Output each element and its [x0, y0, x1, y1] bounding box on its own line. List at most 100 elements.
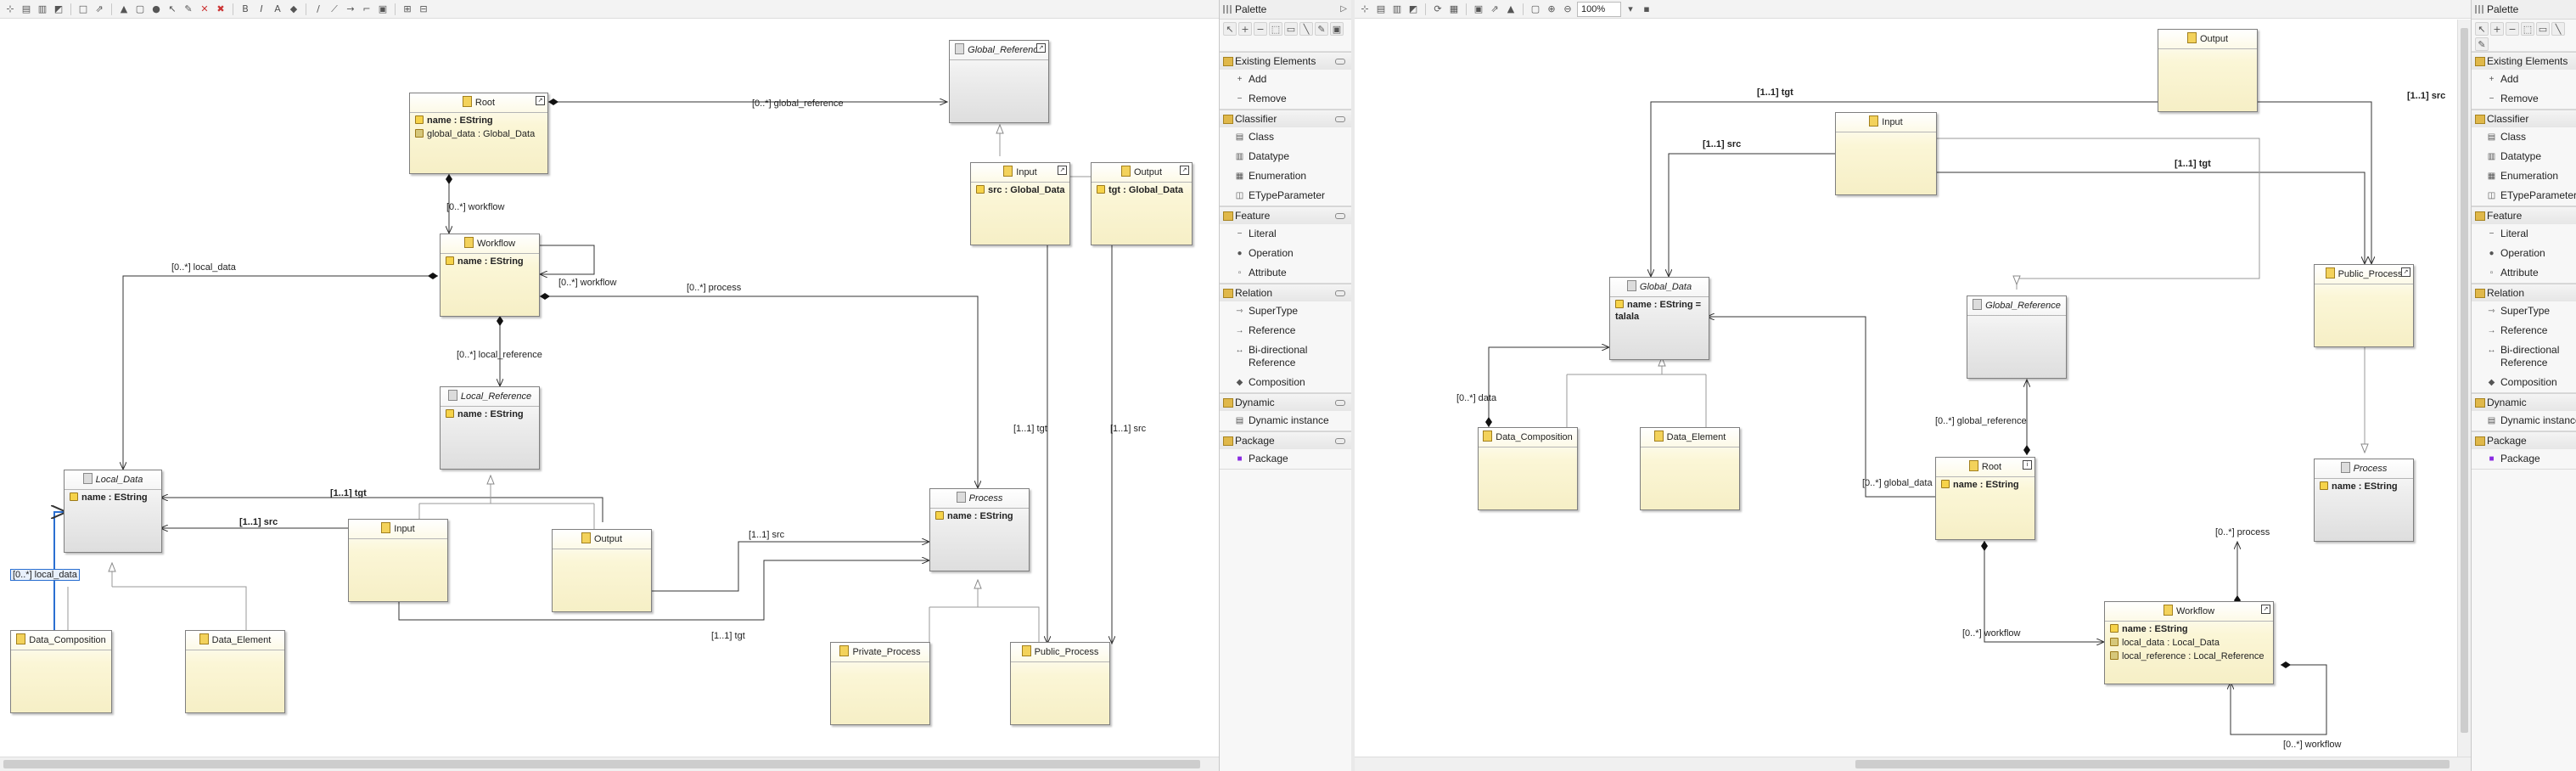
attribute-row[interactable]: src : Global_Data — [971, 183, 1069, 196]
drawer-header[interactable]: Dynamic — [1220, 393, 1352, 411]
left-horizontal-scrollbar[interactable] — [0, 757, 1219, 771]
attribute-row[interactable]: name : EString — [65, 490, 161, 504]
palette-drawer-feature[interactable]: Feature − Literal ● Operation ▫ Attribute — [2472, 206, 2576, 284]
drawer-header[interactable]: Package — [1220, 431, 1352, 449]
delete-icon[interactable]: ✕ — [198, 3, 211, 16]
class-input[interactable]: Input — [1835, 112, 1937, 195]
line-color-icon[interactable]: ⟋ — [328, 3, 341, 16]
palette-item-etypeparameter[interactable]: ◫ ETypeParameter — [2472, 186, 2576, 205]
route-icon[interactable]: ⌐ — [360, 3, 373, 16]
right-horizontal-scrollbar[interactable] — [1355, 757, 2471, 771]
class-input[interactable]: Input — [348, 519, 448, 602]
dropdown-arrow-icon[interactable]: ▾ — [1624, 3, 1637, 16]
link-icon[interactable]: ⇗ — [93, 3, 106, 16]
class-global-reference[interactable]: Global_Reference ↗ — [949, 40, 1049, 123]
font-color-icon[interactable]: A — [271, 3, 284, 16]
palette-item-reference[interactable]: → Reference — [1220, 321, 1352, 340]
drawer-header[interactable]: Feature — [1220, 206, 1352, 224]
zoom-out-icon[interactable]: − — [2506, 22, 2519, 36]
expand-icon[interactable]: ↗ — [2401, 267, 2410, 277]
edge-label-workflow-self[interactable]: [0..*] workflow — [2283, 740, 2341, 750]
expand-icon[interactable]: ↗ — [1036, 43, 1046, 53]
drawer-pin-icon[interactable] — [1335, 59, 1345, 65]
note-icon[interactable]: ▭ — [1284, 22, 1298, 36]
right-vertical-scrollbar[interactable] — [2457, 20, 2471, 757]
italic-icon[interactable]: I — [255, 3, 268, 16]
class-global-data[interactable]: Global_Data name : EString = talala — [1609, 277, 1709, 360]
expand-icon[interactable]: ↗ — [1180, 166, 1189, 175]
collapse-arrow-icon[interactable]: ▷ — [1340, 0, 1347, 19]
class-local-data[interactable]: Local_Data name : EString — [64, 470, 162, 553]
layout-icon[interactable]: ▤ — [1374, 3, 1388, 16]
class-output-top[interactable]: Output ↗ tgt : Global_Data — [1091, 162, 1193, 245]
representation-icon[interactable]: ▣ — [1330, 22, 1344, 36]
drawer-header[interactable]: Classifier — [1220, 110, 1352, 127]
left-diagram-canvas[interactable]: Root ↗ name : EString global_data : Globa… — [0, 20, 1219, 757]
edge-label-global-reference[interactable]: [0..*] global_reference — [752, 98, 844, 109]
drawer-header[interactable]: Feature — [2472, 206, 2576, 224]
select-icon[interactable]: ↖ — [1223, 22, 1237, 36]
class-process[interactable]: Process name : EString — [2314, 459, 2414, 542]
palette-item-attribute[interactable]: ▫ Attribute — [2472, 263, 2576, 283]
zoom-in-icon[interactable]: + — [1238, 22, 1252, 36]
class-public-process[interactable]: Public_Process — [1010, 642, 1110, 725]
pinned-icon[interactable]: ▣ — [376, 3, 390, 16]
edge-label-data[interactable]: [0..*] data — [1456, 393, 1496, 403]
palette-item-package[interactable]: ■ Package — [2472, 449, 2576, 469]
drawer-pin-icon[interactable] — [1335, 290, 1345, 296]
right-diagram-canvas[interactable]: Output Input Global_Data name : EString … — [1355, 20, 2471, 757]
select-tool-icon[interactable]: ⊹ — [3, 3, 17, 16]
refresh-icon[interactable]: ⟳ — [1431, 3, 1445, 16]
arrange-icon[interactable]: ▦ — [1447, 3, 1461, 16]
edge-label-local-data-selected[interactable]: [0..*] local_data — [10, 569, 80, 581]
class-output[interactable]: Output — [552, 529, 652, 612]
edge-label-global-data[interactable]: [0..*] global_data — [1862, 478, 1933, 488]
scroll-thumb[interactable] — [1855, 760, 2450, 768]
text-icon[interactable]: ✎ — [1315, 22, 1328, 36]
palette-item-package[interactable]: ■ Package — [1220, 449, 1352, 469]
palette-item-bidirectional-reference[interactable]: ↔ Bi-directional Reference — [1220, 340, 1352, 373]
drawer-pin-icon[interactable] — [1335, 438, 1345, 444]
palette-drawer-relation[interactable]: Relation ⇾ SuperType → Reference ↔ Bi-direc… — [1220, 284, 1352, 393]
palette-item-bidirectional-reference[interactable]: ↔ Bi-directional Reference — [2472, 340, 2576, 373]
palette-drawer-classifier[interactable]: Classifier ▤ Class ▥ Datatype ▦ Enumeration… — [2472, 110, 2576, 206]
palette-item-etypeparameter[interactable]: ◫ ETypeParameter — [1220, 186, 1352, 205]
edge-label-src-b[interactable]: [1..1] src — [2407, 91, 2445, 101]
scroll-thumb[interactable] — [3, 760, 1200, 768]
drawer-header[interactable]: Classifier — [2472, 110, 2576, 127]
palette-drawer-classifier[interactable]: Classifier ▤ Class ▥ Datatype ▦ Enumeration… — [1220, 110, 1352, 206]
palette-drawer-relation[interactable]: Relation ⇾ SuperType → Reference ↔ Bi-direc… — [2472, 284, 2576, 393]
edge-label-src-a[interactable]: [1..1] src — [1703, 139, 1741, 149]
export-icon[interactable]: ▣ — [1472, 3, 1485, 16]
note-icon[interactable]: ▭ — [2536, 22, 2550, 36]
class-local-reference[interactable]: Local_Reference name : EString — [440, 386, 540, 470]
palette-header[interactable]: Palette — [2472, 0, 2576, 20]
class-workflow[interactable]: Workflow ↗ name : EString local_data : Lo… — [2104, 601, 2274, 684]
expand-icon[interactable]: ↗ — [2261, 605, 2270, 614]
drawer-pin-icon[interactable] — [1335, 213, 1345, 219]
fill-color-icon[interactable]: ◆ — [287, 3, 300, 16]
class-data-element[interactable]: Data_Element — [185, 630, 285, 713]
drawer-header[interactable]: Existing Elements — [1220, 52, 1352, 70]
layers-icon[interactable]: ◩ — [52, 3, 65, 16]
copy-format-icon[interactable]: ▢ — [133, 3, 147, 16]
drawer-header[interactable]: Dynamic — [2472, 393, 2576, 411]
drawer-pin-icon[interactable] — [1335, 400, 1345, 406]
attribute-row[interactable]: local_data : Local_Data — [2105, 635, 2273, 649]
palette-item-supertype[interactable]: ⇾ SuperType — [1220, 301, 1352, 321]
drawer-pin-icon[interactable] — [1335, 116, 1345, 122]
palette-item-composition[interactable]: ◆ Composition — [2472, 373, 2576, 392]
class-global-reference[interactable]: Global_Reference — [1967, 295, 2067, 379]
expand-icon[interactable]: ↗ — [536, 96, 545, 105]
edge-label-src-process[interactable]: [1..1] src — [749, 530, 784, 540]
palette-item-dynamic-instance[interactable]: ▤ Dynamic instance — [1220, 411, 1352, 431]
edge-label-workflow[interactable]: [0..*] workflow — [446, 202, 504, 212]
attribute-row[interactable]: name : EString — [441, 254, 539, 267]
palette-item-enumeration[interactable]: ▦ Enumeration — [1220, 166, 1352, 186]
edge-label-workflow-self[interactable]: [0..*] workflow — [558, 278, 616, 288]
zoom-combo[interactable]: 100% — [1577, 1, 1621, 17]
brush-icon[interactable]: ✎ — [182, 3, 195, 16]
palette-item-literal[interactable]: − Literal — [2472, 224, 2576, 244]
left-diagram-editor[interactable]: ⊹ ▤ ▥ ◩ □ ⇗ ▲ ▢ ● ↖ ✎ ✕ ✖ B I A ◆ / ⟋ → … — [0, 0, 1219, 771]
select-icon[interactable]: ↖ — [2475, 22, 2489, 36]
